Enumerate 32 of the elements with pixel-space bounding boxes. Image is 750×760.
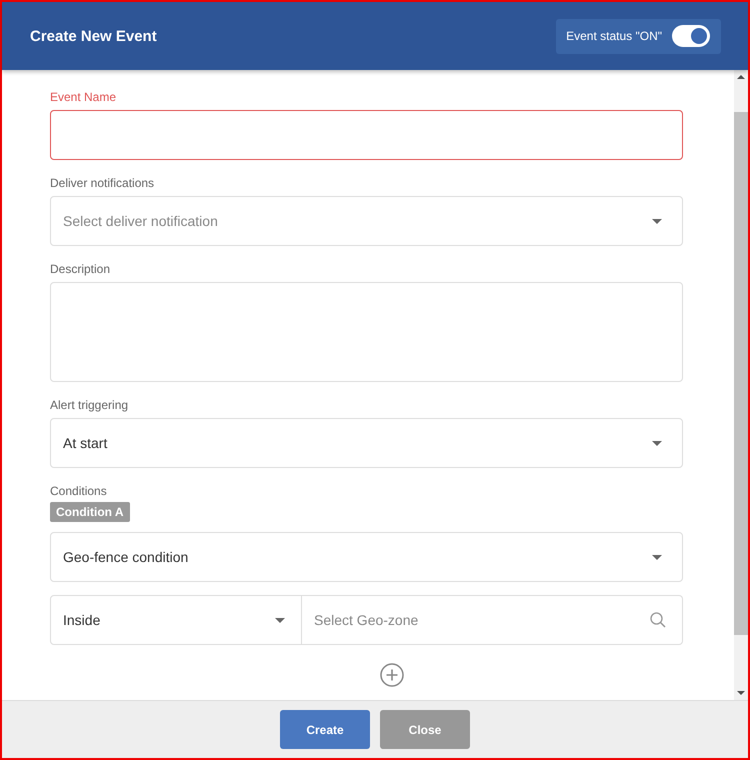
select-dropdown[interactable]: At start <box>50 418 683 468</box>
select-value: Inside <box>63 612 100 628</box>
conditions-label: Conditions <box>50 483 108 499</box>
relation-dropdown[interactable]: Inside <box>50 595 302 645</box>
field-label: Deliver notifications <box>50 175 156 191</box>
select-dropdown[interactable]: Select deliver notification <box>50 196 683 246</box>
dialog-title: Create New Event <box>30 28 157 44</box>
select-value: Geo-fence condition <box>63 549 188 565</box>
dropdown-caret-icon <box>275 618 285 622</box>
search-placeholder: Select Geo-zone <box>314 612 418 628</box>
field-label: Alert triggering <box>50 397 130 413</box>
dropdown-caret-icon <box>652 440 662 446</box>
add-condition-icon[interactable] <box>380 663 404 687</box>
search-icon <box>650 612 666 628</box>
dropdown-caret-icon <box>652 554 662 560</box>
create-button[interactable]: Create <box>280 710 370 749</box>
scroll-up-icon[interactable] <box>737 75 745 79</box>
field-label: Description <box>50 261 112 277</box>
select-placeholder: Select deliver notification <box>63 213 218 229</box>
status-toggle[interactable] <box>672 25 710 47</box>
scrollbar[interactable] <box>734 70 748 700</box>
close-button[interactable]: Close <box>380 710 470 749</box>
description-input[interactable] <box>50 282 683 382</box>
scroll-down-icon[interactable] <box>737 691 745 695</box>
status-label: Event status "ON" <box>566 29 662 43</box>
condition-tag: Condition A <box>50 502 130 522</box>
condition-type-dropdown[interactable]: Geo-fence condition <box>50 532 683 582</box>
field-label: Event Name <box>50 89 118 105</box>
event-name-input[interactable] <box>50 110 683 160</box>
select-value: At start <box>63 435 108 451</box>
dropdown-caret-icon <box>652 218 662 224</box>
geo-zone-search-field[interactable]: Select Geo-zone <box>302 595 683 645</box>
